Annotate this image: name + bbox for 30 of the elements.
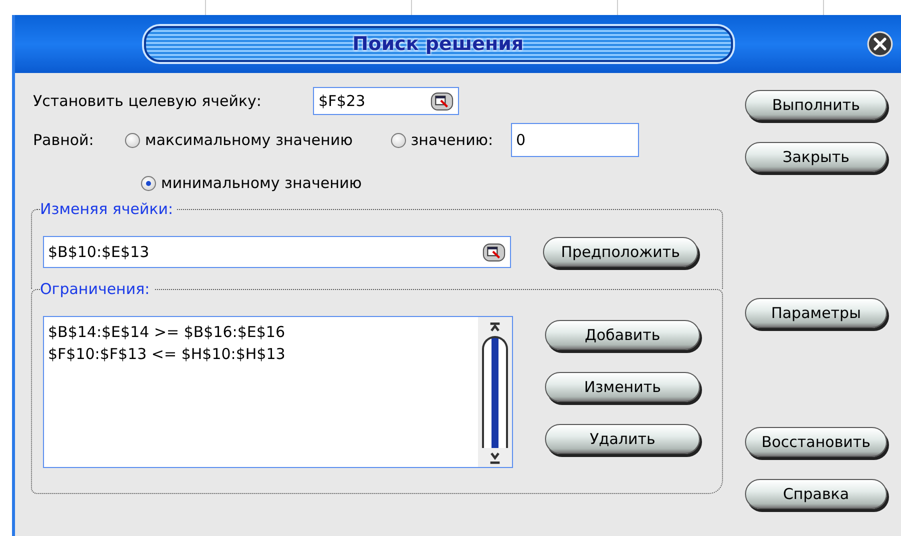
target-cell-field[interactable]: $F$23: [313, 87, 460, 115]
scroll-thumb[interactable]: [482, 336, 508, 448]
constraint-button[interactable]: Изменить: [545, 372, 700, 402]
value-field[interactable]: 0: [511, 123, 640, 157]
collapse-dialog-icon[interactable]: [482, 242, 506, 262]
constraint-item[interactable]: $B$14:$E$14 >= $B$16:$E$16: [48, 321, 474, 343]
dialog-button[interactable]: Закрыть: [745, 142, 887, 172]
radio-button[interactable]: [390, 132, 406, 148]
close-icon[interactable]: [867, 31, 893, 57]
dialog-button[interactable]: Восстановить: [745, 427, 887, 457]
target-cell-label: Установить целевую ячейку:: [33, 92, 262, 110]
changing-cells-field[interactable]: $B$10:$E$13: [43, 236, 511, 268]
radio-button[interactable]: [125, 132, 140, 148]
constraint-item[interactable]: $F$10:$F$13 <= $H$10:$H$13: [48, 343, 474, 365]
equal-to-label: Равной:: [33, 131, 95, 149]
collapse-dialog-icon[interactable]: [430, 92, 454, 110]
guess-button[interactable]: Предположить: [543, 237, 698, 267]
constraint-button[interactable]: Удалить: [545, 424, 700, 454]
radio-button[interactable]: [141, 176, 156, 190]
radio-label: минимальному значению: [161, 174, 362, 192]
radio-label: максимальному значению: [145, 131, 353, 149]
dialog-button[interactable]: Параметры: [745, 298, 887, 328]
group-title: Ограничения:: [40, 280, 154, 298]
dialog-button[interactable]: Справка: [745, 479, 887, 509]
scrollbar[interactable]: [478, 317, 512, 467]
constraints-list[interactable]: $B$14:$E$14 >= $B$16:$E$16 $F$10:$F$13 <= $H$10:$H$13: [43, 316, 513, 468]
radio-label: значению:: [410, 131, 494, 149]
dialog-button[interactable]: Выполнить: [745, 90, 887, 120]
constraint-button[interactable]: Добавить: [545, 320, 700, 350]
scroll-down-icon[interactable]: [488, 451, 502, 465]
